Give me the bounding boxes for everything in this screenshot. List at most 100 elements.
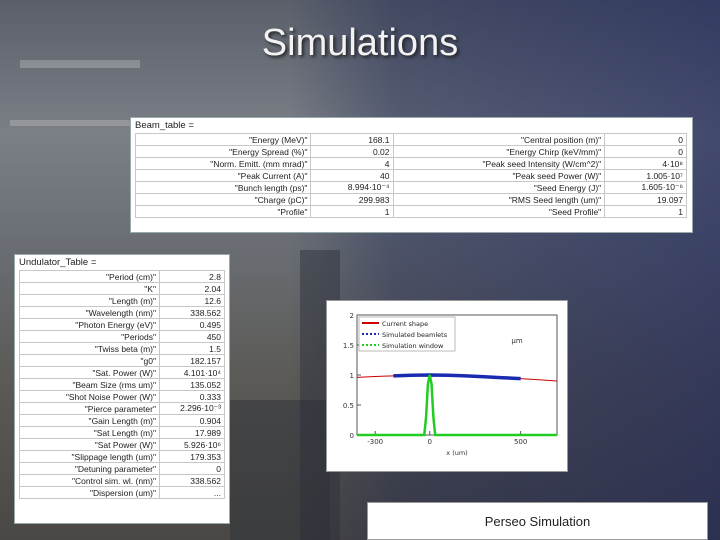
x-axis-label: x (um) [446, 449, 467, 457]
table-row: "Twiss beta (m)" 1.5 [19, 342, 225, 355]
table-value: ... [159, 486, 225, 499]
table-key: "Dispersion (um)" [19, 486, 160, 499]
table-row: "Energy Spread (%)" 0.02 "Energy Chirp (ke… [134, 145, 687, 158]
y-tick-label: 1.5 [343, 342, 354, 350]
table-key: "RMS Seed length (um)" [392, 193, 606, 206]
table-row: "Peak Current (A)" 40 "Peak seed Power (W)… [134, 169, 687, 182]
caption-text: Perseo Simulation [484, 513, 591, 529]
table-row: "Wavelength (nm)" 338.562 [19, 306, 225, 319]
table-key: "Charge (pC)" [134, 193, 312, 206]
table-value: 2.296·10⁻³ [159, 402, 225, 415]
table-value: 4.101·10⁴ [159, 366, 225, 379]
table-value: 0 [604, 145, 687, 158]
table-key: "Energy (MeV)" [134, 133, 312, 146]
table-key: "Profile" [134, 205, 312, 218]
table-row: "Sat Length (m)" 17.989 [19, 426, 225, 439]
table-value: 40 [310, 169, 394, 182]
table-value: 299.983 [310, 193, 394, 206]
y-tick-label: 0 [350, 432, 354, 440]
table-row: "Periods" 450 [19, 330, 225, 343]
table-key: "Sat Power (W)" [19, 438, 160, 451]
table-key: "Seed Energy (J)" [392, 181, 606, 194]
table-row: "Sat Power (W)" 5.926·10⁶ [19, 438, 225, 451]
table-value: 0.904 [159, 414, 225, 427]
undulator-table-panel: Undulator_Table = "Period (cm)" 2.8 "K" 2.0… [14, 254, 230, 524]
legend-label: Current shape [382, 320, 428, 328]
table-row: "Photon Energy (eV)" 0.495 [19, 318, 225, 331]
table-key: "Beam Size (rms um)" [19, 378, 160, 391]
series-line [393, 373, 521, 381]
table-key: "Twiss beta (m)" [19, 342, 160, 355]
table-key: "Pierce parameter" [19, 402, 160, 415]
table-row: "Detuning parameter" 0 [19, 462, 225, 475]
table-value: 0 [604, 133, 687, 146]
table-key: "Detuning parameter" [19, 462, 160, 475]
table-row: "Period (cm)" 2.8 [19, 270, 225, 283]
x-tick-label: 0 [427, 438, 431, 446]
table-value: 2.8 [159, 270, 225, 283]
table-value: 17.989 [159, 426, 225, 439]
y-tick-label: 1 [350, 372, 354, 380]
table-value: 12.6 [159, 294, 225, 307]
table-row: "Norm. Emitt. (mm mrad)" 4 "Peak seed Inte… [134, 157, 687, 170]
series-line [357, 374, 557, 437]
table-row: "Length (m)" 12.6 [19, 294, 225, 307]
table-key: "Wavelength (nm)" [19, 306, 160, 319]
table-row: "Control sim. wl. (nm)" 338.562 [19, 474, 225, 487]
table-row: "Charge (pC)" 299.983 "RMS Seed length (um… [134, 193, 687, 206]
x-tick-label: 500 [514, 438, 527, 446]
table-row: "Beam Size (rms um)" 135.052 [19, 378, 225, 391]
table-value: 0.495 [159, 318, 225, 331]
table-key: "Peak seed Power (W)" [392, 169, 606, 182]
table-value: 338.562 [159, 474, 225, 487]
undulator-table-title: Undulator_Table = [19, 257, 97, 268]
table-value: 19.097 [604, 193, 687, 206]
table-value: 135.052 [159, 378, 225, 391]
table-key: "Sat Length (m)" [19, 426, 160, 439]
legend-label: Simulated beamlets [382, 331, 448, 339]
x-tick-label: -300 [367, 438, 383, 446]
table-value: 182.157 [159, 354, 225, 367]
table-key: "Length (m)" [19, 294, 160, 307]
table-row: "Slippage length (um)" 179.353 [19, 450, 225, 463]
table-value: 4·10⁸ [604, 157, 687, 170]
page-title: Simulations [261, 22, 459, 64]
table-value: 450 [159, 330, 225, 343]
table-row: "Sat. Power (W)" 4.101·10⁴ [19, 366, 225, 379]
table-key: "Seed Profile" [392, 205, 606, 218]
caption-box: Perseo Simulation [367, 502, 708, 540]
undulator-table: "Period (cm)" 2.8 "K" 2.04 "Length (m)" 12.6 "… [19, 270, 225, 499]
table-row: "Profile" 1 "Seed Profile" 1 [134, 205, 687, 218]
table-key: "Peak seed Intensity (W/cm^2)" [392, 157, 606, 170]
table-value: 1.605·10⁻⁶ [604, 181, 687, 194]
table-value: 168.1 [310, 133, 394, 146]
table-row: "Shot Noise Power (W)" 0.333 [19, 390, 225, 403]
table-value: 1 [604, 205, 687, 218]
table-key: "g0" [19, 354, 160, 367]
table-value: 0 [159, 462, 225, 475]
plot-svg: 0 0.5 1 1.5 2 -300 0 500 x (um) μm Current shape Si… [343, 312, 558, 457]
table-row: "Gain Length (m)" 0.904 [19, 414, 225, 427]
table-key: "Control sim. wl. (nm)" [19, 474, 160, 487]
table-key: "Norm. Emitt. (mm mrad)" [134, 157, 312, 170]
table-key: "Energy Spread (%)" [134, 145, 312, 158]
table-value: 338.562 [159, 306, 225, 319]
table-row: "Pierce parameter" 2.296·10⁻³ [19, 402, 225, 415]
table-value: 1 [310, 205, 394, 218]
beam-table-title: Beam_table = [135, 120, 194, 131]
legend-label: Simulation window [382, 342, 444, 350]
table-value: 5.926·10⁶ [159, 438, 225, 451]
y-tick-label: 0.5 [343, 402, 354, 410]
table-row: "Dispersion (um)"... [19, 486, 225, 499]
simulation-plot: 0 0.5 1 1.5 2 -300 0 500 x (um) μm Current shape Si… [326, 300, 568, 472]
beam-table: "Energy (MeV)" 168.1 "Central position (m)… [134, 133, 687, 218]
table-value: 179.353 [159, 450, 225, 463]
table-value: 1.5 [159, 342, 225, 355]
table-value: 2.04 [159, 282, 225, 295]
table-value: 0.02 [310, 145, 394, 158]
table-key: "Peak Current (A)" [134, 169, 312, 182]
table-value: 4 [310, 157, 394, 170]
table-key: "Sat. Power (W)" [19, 366, 160, 379]
table-row: "g0" 182.157 [19, 354, 225, 367]
unit-label: μm [511, 337, 522, 345]
